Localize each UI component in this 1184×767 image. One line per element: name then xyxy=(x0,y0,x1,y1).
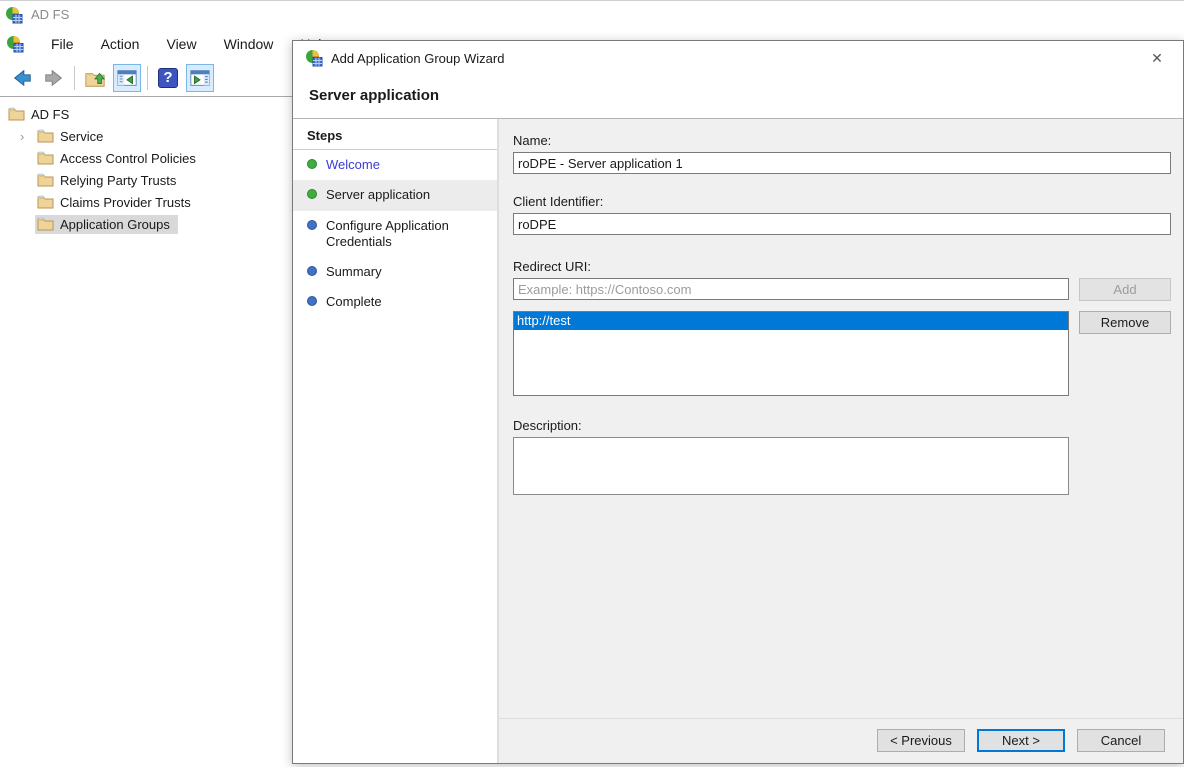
redirect-uri-label: Redirect URI: xyxy=(513,259,1171,274)
cancel-button[interactable]: Cancel xyxy=(1077,729,1165,752)
next-button[interactable]: Next > xyxy=(977,729,1065,752)
add-button[interactable]: Add xyxy=(1079,278,1171,301)
step-label: Summary xyxy=(326,264,382,280)
wizard-step[interactable]: Summary xyxy=(293,257,497,287)
folder-icon xyxy=(8,107,25,121)
wizard-step[interactable]: Server application xyxy=(293,180,497,210)
help-icon: ? xyxy=(158,68,178,88)
description-textarea[interactable] xyxy=(513,437,1069,495)
wizard-content: Name: Client Identifier: Redirect URI: A… xyxy=(499,119,1183,763)
step-bullet-icon xyxy=(307,296,317,306)
steps-panel: Steps Welcome Server application Configu… xyxy=(293,119,499,763)
window-title: AD FS xyxy=(31,7,69,22)
previous-button[interactable]: < Previous xyxy=(877,729,965,752)
wizard-page-heading: Server application xyxy=(293,75,1183,119)
step-label: Configure Application Credentials xyxy=(326,218,487,251)
show-console-tree-icon xyxy=(116,67,138,89)
wizard-step[interactable]: Complete xyxy=(293,287,497,317)
back-button[interactable] xyxy=(8,64,36,92)
remove-button[interactable]: Remove xyxy=(1079,311,1171,334)
tree-item-label: Application Groups xyxy=(60,217,170,232)
wizard-step[interactable]: Configure Application Credentials xyxy=(293,211,497,258)
show-console-tree-button[interactable] xyxy=(113,64,141,92)
client-identifier-label: Client Identifier: xyxy=(513,194,1171,209)
adfs-app-icon xyxy=(5,6,23,24)
dialog-titlebar: Add Application Group Wizard ✕ xyxy=(293,41,1183,75)
description-label: Description: xyxy=(513,418,1171,433)
redirect-uri-listbox[interactable]: http://test xyxy=(513,311,1069,396)
folder-icon xyxy=(37,195,54,209)
back-icon xyxy=(11,67,33,89)
menu-item[interactable]: File xyxy=(51,36,74,52)
help-button[interactable]: ? xyxy=(154,64,182,92)
wizard-app-icon xyxy=(305,49,323,67)
folder-icon xyxy=(37,173,54,187)
wizard-footer: < Previous Next > Cancel xyxy=(499,718,1183,763)
name-label: Name: xyxy=(513,133,1171,148)
wizard-step[interactable]: Welcome xyxy=(293,150,497,180)
menubar-app-icon xyxy=(6,35,24,53)
redirect-uri-input[interactable] xyxy=(513,278,1069,300)
toolbar-separator xyxy=(74,66,75,90)
chevron-right-icon[interactable]: › xyxy=(20,130,35,143)
redirect-uri-list-item[interactable]: http://test xyxy=(514,312,1068,330)
steps-header: Steps xyxy=(293,119,497,150)
close-icon[interactable]: ✕ xyxy=(1143,50,1171,67)
tree-item-label: Service xyxy=(60,129,103,144)
step-label: Welcome xyxy=(326,157,380,173)
show-action-pane-button[interactable] xyxy=(186,64,214,92)
tree-item-label: Access Control Policies xyxy=(60,151,196,166)
menu-item[interactable]: Action xyxy=(101,36,140,52)
dialog-title: Add Application Group Wizard xyxy=(331,51,1143,66)
forward-button[interactable] xyxy=(40,64,68,92)
tree-item-label: Relying Party Trusts xyxy=(60,173,176,188)
step-bullet-icon xyxy=(307,159,317,169)
up-folder-icon xyxy=(84,67,106,89)
window-titlebar: AD FS xyxy=(0,1,1184,28)
forward-icon xyxy=(43,67,65,89)
folder-icon xyxy=(37,151,54,165)
name-input[interactable] xyxy=(513,152,1171,174)
up-one-level-button[interactable] xyxy=(81,64,109,92)
toolbar-separator xyxy=(147,66,148,90)
step-bullet-icon xyxy=(307,189,317,199)
step-label: Server application xyxy=(326,187,430,203)
tree-item-label: Claims Provider Trusts xyxy=(60,195,191,210)
client-identifier-input[interactable] xyxy=(513,213,1171,235)
show-action-pane-icon xyxy=(189,67,211,89)
tree-item-label: AD FS xyxy=(31,107,69,122)
folder-icon xyxy=(37,217,54,231)
add-application-group-wizard-dialog: Add Application Group Wizard ✕ Server ap… xyxy=(292,40,1184,764)
folder-icon xyxy=(37,129,54,143)
step-bullet-icon xyxy=(307,266,317,276)
step-bullet-icon xyxy=(307,220,317,230)
step-label: Complete xyxy=(326,294,382,310)
menu-item[interactable]: Window xyxy=(224,36,274,52)
menu-item[interactable]: View xyxy=(166,36,196,52)
